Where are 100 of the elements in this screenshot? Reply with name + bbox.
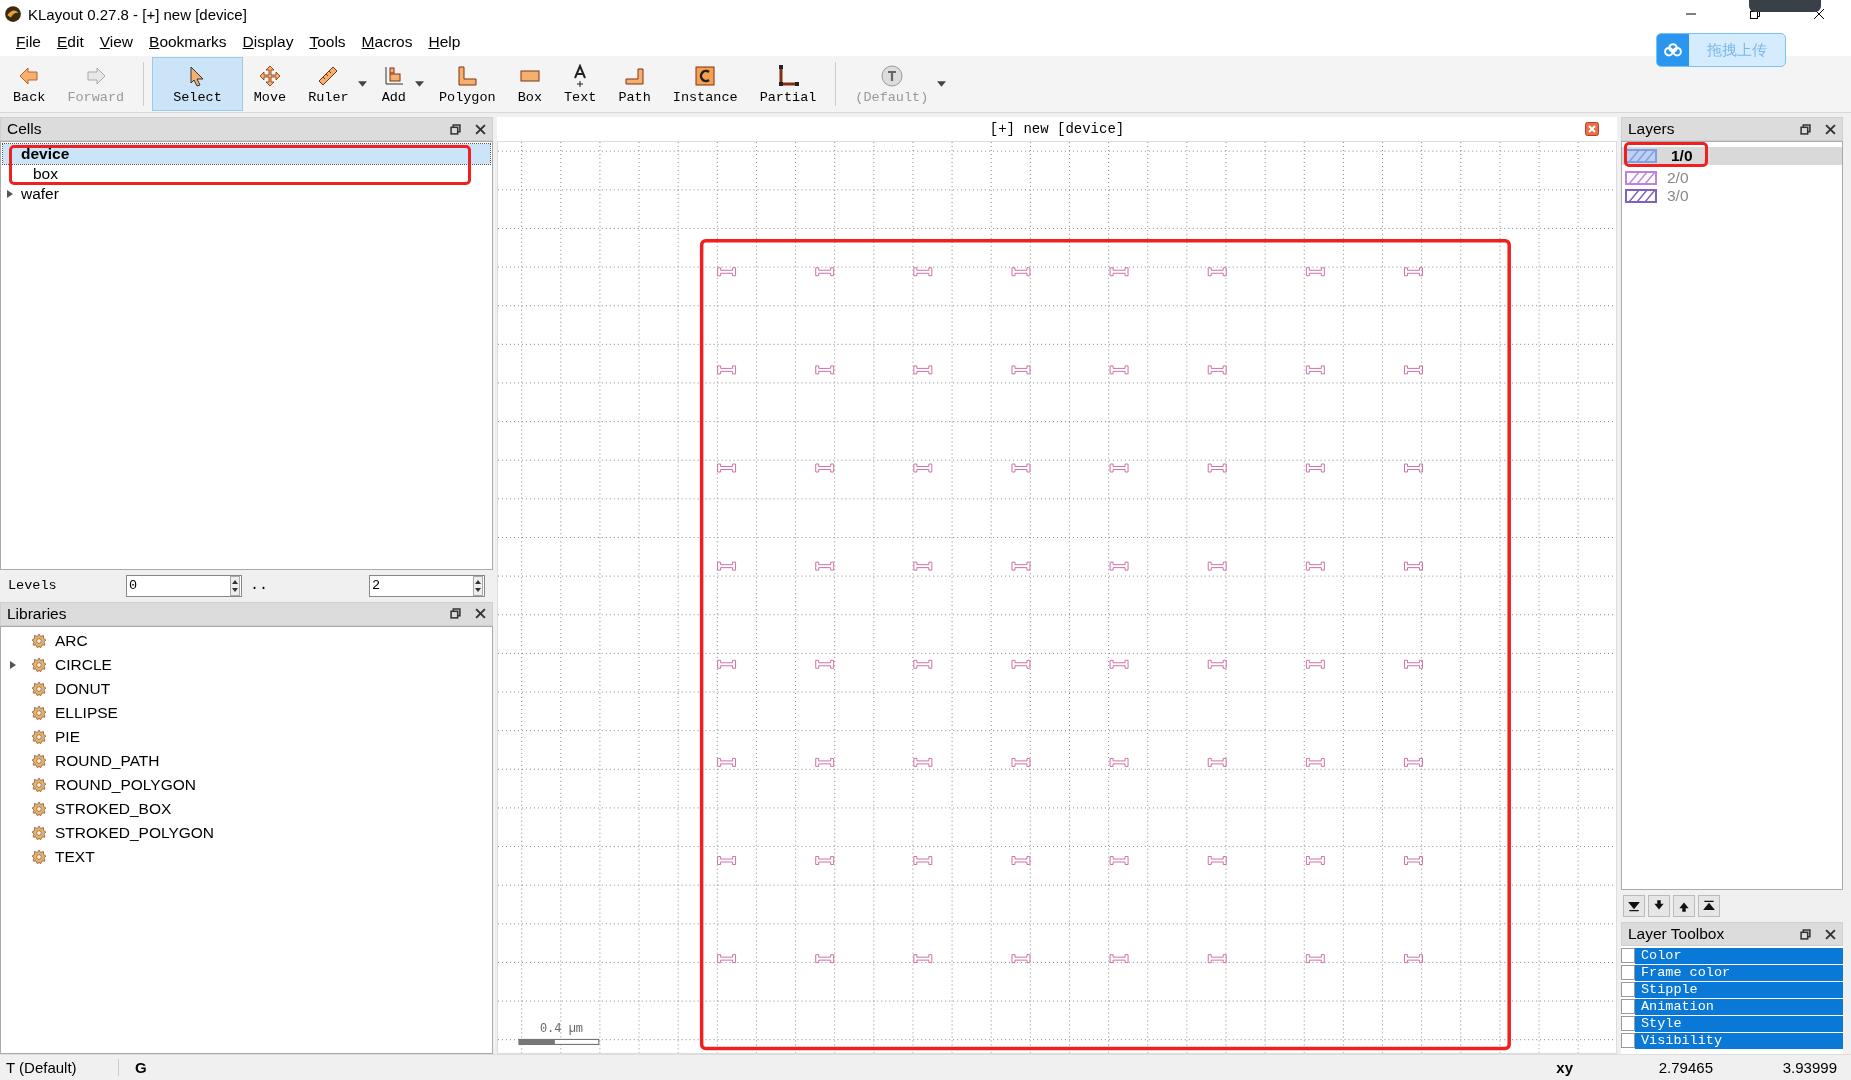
gear-icon bbox=[31, 848, 47, 865]
library-item[interactable]: ROUND_PATH bbox=[1, 748, 492, 773]
library-item[interactable]: DONUT bbox=[1, 676, 492, 701]
panel-title: Cells bbox=[7, 120, 42, 138]
polygon-tool-button[interactable]: Polygon bbox=[427, 57, 507, 111]
select-tool-button[interactable]: Select bbox=[152, 57, 243, 111]
move-bottom-button[interactable] bbox=[1623, 895, 1645, 917]
gear-icon bbox=[31, 776, 47, 793]
toolbox-section-header[interactable]: Style bbox=[1635, 1016, 1843, 1032]
close-icon[interactable] bbox=[1825, 928, 1836, 940]
section-checkbox[interactable] bbox=[1621, 965, 1635, 980]
section-checkbox[interactable] bbox=[1621, 999, 1635, 1014]
level-from-spinbox[interactable]: 0 bbox=[126, 574, 242, 597]
arrow-top-icon bbox=[1702, 899, 1716, 913]
cell-tree-item[interactable]: wafer bbox=[3, 184, 490, 204]
menu-item[interactable]: Macros bbox=[353, 33, 421, 51]
close-icon[interactable] bbox=[1825, 123, 1836, 135]
library-item[interactable]: STROKED_POLYGON bbox=[1, 820, 492, 845]
view-tab[interactable]: [+] new [device] bbox=[497, 117, 1617, 141]
instance-icon bbox=[693, 63, 718, 88]
y-coordinate: 3.93999 bbox=[1781, 1059, 1837, 1076]
section-checkbox[interactable] bbox=[1621, 982, 1635, 997]
move-tool-button[interactable]: Move bbox=[242, 57, 298, 111]
move-arrows-icon bbox=[257, 63, 282, 88]
spin-arrows-icon[interactable] bbox=[472, 575, 484, 596]
menu-item[interactable]: Tools bbox=[301, 33, 354, 51]
library-item[interactable]: TEXT bbox=[1, 844, 492, 869]
gear-icon bbox=[31, 752, 47, 769]
partial-tool-button[interactable]: Partial bbox=[748, 57, 828, 111]
layer-item[interactable]: 3/0 bbox=[1622, 187, 1842, 205]
app-logo-icon bbox=[4, 5, 22, 23]
gear-icon bbox=[31, 680, 47, 697]
layer-item[interactable]: 2/0 bbox=[1622, 169, 1842, 187]
section-checkbox[interactable] bbox=[1621, 1016, 1635, 1031]
close-icon[interactable] bbox=[475, 123, 486, 135]
library-item[interactable]: PIE bbox=[1, 724, 492, 749]
gear-icon bbox=[31, 704, 47, 721]
expand-arrow-icon[interactable] bbox=[10, 660, 16, 669]
back-tool-button[interactable]: Back bbox=[2, 57, 57, 111]
move-down-button[interactable] bbox=[1648, 895, 1670, 917]
gear-icon bbox=[31, 824, 47, 841]
text-tool-button[interactable]: Text bbox=[553, 57, 608, 111]
dropdown-caret-icon[interactable] bbox=[414, 81, 424, 87]
toolbox-section-header[interactable]: Stipple bbox=[1635, 982, 1843, 998]
menu-item[interactable]: Display bbox=[234, 33, 302, 51]
polygon-icon bbox=[455, 63, 480, 88]
section-checkbox[interactable] bbox=[1621, 948, 1635, 963]
library-item[interactable]: STROKED_BOX bbox=[1, 796, 492, 821]
library-item[interactable]: CIRCLE bbox=[1, 652, 492, 677]
corner-points-icon bbox=[776, 63, 800, 88]
toolbox-section-header[interactable]: Visibility bbox=[1635, 1033, 1843, 1049]
coord-label: xy bbox=[1556, 1059, 1573, 1076]
gear-icon bbox=[31, 800, 47, 817]
library-item[interactable]: ELLIPSE bbox=[1, 700, 492, 725]
x-coordinate: 2.79465 bbox=[1657, 1059, 1713, 1076]
library-item[interactable]: ROUND_POLYGON bbox=[1, 772, 492, 797]
library-item[interactable]: ARC bbox=[1, 628, 492, 653]
cell-tree-item[interactable]: box bbox=[3, 164, 490, 184]
float-icon[interactable] bbox=[450, 608, 461, 619]
path-tool-button[interactable]: Path bbox=[607, 57, 662, 111]
float-icon[interactable] bbox=[1800, 123, 1811, 135]
spin-arrows-icon[interactable] bbox=[229, 575, 241, 596]
instance-tool-button[interactable]: Instance bbox=[661, 57, 749, 111]
gear-icon bbox=[31, 728, 47, 745]
section-checkbox[interactable] bbox=[1621, 1033, 1635, 1048]
toolbox-section-header[interactable]: Animation bbox=[1635, 999, 1843, 1015]
close-icon[interactable] bbox=[1813, 8, 1825, 20]
layout-canvas[interactable]: 0.4 µm bbox=[497, 141, 1617, 1054]
menu-item[interactable]: File bbox=[8, 33, 49, 51]
arrow-bottom-icon bbox=[1627, 899, 1641, 913]
box-tool-button[interactable]: Box bbox=[506, 57, 553, 111]
window-title: KLayout 0.27.8 - [+] new [device] bbox=[28, 5, 247, 23]
toolbox-section-header[interactable]: Frame color bbox=[1635, 965, 1843, 981]
status-grid: G bbox=[134, 1059, 147, 1076]
gear-icon bbox=[31, 656, 47, 673]
panel-title: Layers bbox=[1628, 120, 1675, 138]
move-top-button[interactable] bbox=[1698, 895, 1720, 917]
ruler-tool-button[interactable]: Ruler bbox=[297, 57, 360, 111]
expand-arrow-icon[interactable] bbox=[7, 190, 13, 198]
float-icon[interactable] bbox=[450, 123, 461, 135]
float-icon[interactable] bbox=[1800, 928, 1811, 940]
toolbox-section-header[interactable]: Color bbox=[1635, 948, 1843, 964]
menu-item[interactable]: Edit bbox=[49, 33, 92, 51]
widget-icon bbox=[1749, 0, 1821, 12]
levels-label: Levels bbox=[8, 578, 58, 593]
gear-icon bbox=[31, 632, 47, 649]
menu-item[interactable]: View bbox=[91, 33, 142, 51]
scale-label: 0.4 µm bbox=[539, 1022, 584, 1037]
status-mode: T (Default) bbox=[0, 1059, 119, 1076]
panel-title: Layer Toolbox bbox=[1628, 925, 1725, 943]
add-tool-button[interactable]: Add bbox=[370, 57, 417, 111]
cell-tree-item[interactable]: device bbox=[3, 144, 490, 164]
menu-item[interactable]: Help bbox=[420, 33, 469, 51]
dropdown-caret-icon[interactable] bbox=[357, 81, 367, 87]
move-up-button[interactable] bbox=[1673, 895, 1695, 917]
menu-item[interactable]: Bookmarks bbox=[141, 33, 235, 51]
close-icon[interactable] bbox=[475, 608, 486, 619]
layer-item[interactable]: 1/0 bbox=[1622, 147, 1842, 165]
level-to-spinbox[interactable]: 2 bbox=[369, 574, 485, 597]
panel-title: Libraries bbox=[7, 604, 67, 623]
